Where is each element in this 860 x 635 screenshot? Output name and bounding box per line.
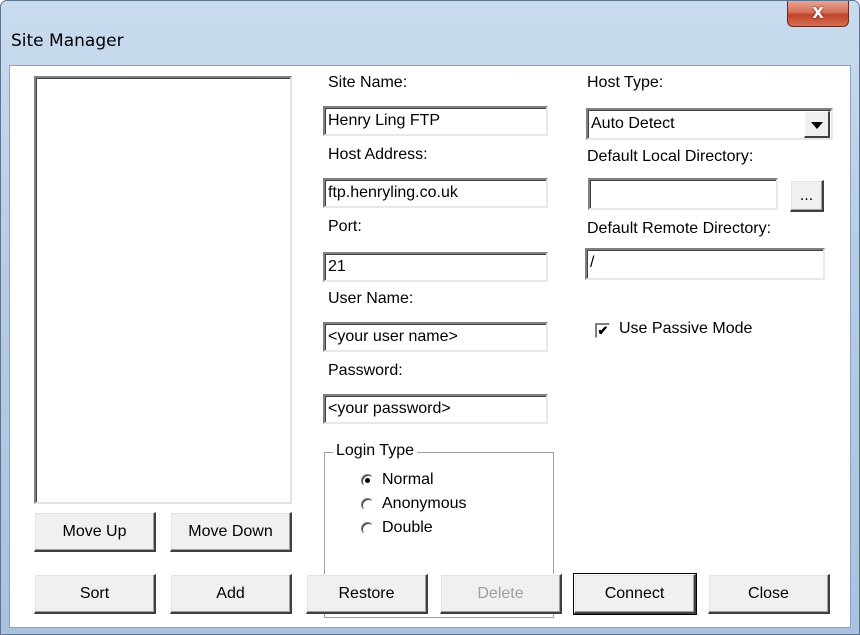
radio-normal[interactable] [361,474,374,487]
move-up-label: Move Up [62,523,127,540]
add-button[interactable]: Add [170,574,292,614]
close-button[interactable]: Close [708,574,830,614]
site-manager-window: Site Manager X Site Name: Henry Ling FTP… [0,0,860,635]
sort-label: Sort [79,585,110,602]
host-address-label: Host Address: [328,146,428,163]
host-type-select[interactable]: Auto Detect [586,108,833,140]
port-label: Port: [328,218,362,235]
site-name-field[interactable]: Henry Ling FTP [323,106,548,136]
restore-label: Restore [338,585,395,602]
radio-selected-dot [365,478,370,483]
add-label: Add [216,585,245,602]
radio-normal-label: Normal [382,471,434,488]
window-title: Site Manager [11,31,124,51]
dialog-body: Site Name: Henry Ling FTP Host Address: … [9,65,851,628]
host-type-value: Auto Detect [591,115,675,132]
browse-local-dir-button[interactable]: ... [790,180,824,212]
ellipsis-icon: ... [799,187,814,204]
move-up-button[interactable]: Move Up [34,512,156,552]
radio-double-label: Double [382,519,433,536]
host-address-field[interactable]: ftp.henryling.co.uk [323,178,548,208]
move-down-button[interactable]: Move Down [170,512,292,552]
user-name-field[interactable]: <your user name> [323,322,548,352]
default-local-dir-label: Default Local Directory: [587,148,754,165]
default-remote-dir-field[interactable]: / [585,248,825,280]
sort-button[interactable]: Sort [34,574,156,614]
port-field[interactable]: 21 [323,252,548,282]
passive-mode-label: Use Passive Mode [619,320,753,337]
delete-label: Delete [477,585,524,602]
passive-mode-checkbox[interactable]: ✔ [595,323,610,338]
default-local-dir-field[interactable] [588,178,778,210]
site-name-label: Site Name: [328,74,408,91]
connect-button[interactable]: Connect [573,573,697,615]
checkmark-icon: ✔ [597,323,609,338]
password-label: Password: [328,362,403,379]
title-bar[interactable]: Site Manager X [1,1,859,51]
close-window-button[interactable]: X [787,1,849,27]
default-remote-dir-label: Default Remote Directory: [587,220,772,237]
close-label: Close [748,585,789,602]
user-name-label: User Name: [328,290,414,307]
host-type-label: Host Type: [587,74,664,91]
passive-mode-option[interactable]: ✔ Use Passive Mode [595,320,815,342]
connect-label: Connect [604,585,665,602]
radio-anonymous[interactable] [361,498,374,511]
site-list[interactable] [34,76,292,504]
close-icon: X [812,4,824,22]
move-down-label: Move Down [188,523,273,540]
delete-button[interactable]: Delete [440,574,562,614]
login-type-legend: Login Type [333,442,417,460]
radio-double[interactable] [361,522,374,535]
chevron-down-icon[interactable] [804,111,830,138]
password-field[interactable]: <your password> [323,394,548,424]
restore-button[interactable]: Restore [306,574,428,614]
radio-anonymous-label: Anonymous [382,495,467,512]
